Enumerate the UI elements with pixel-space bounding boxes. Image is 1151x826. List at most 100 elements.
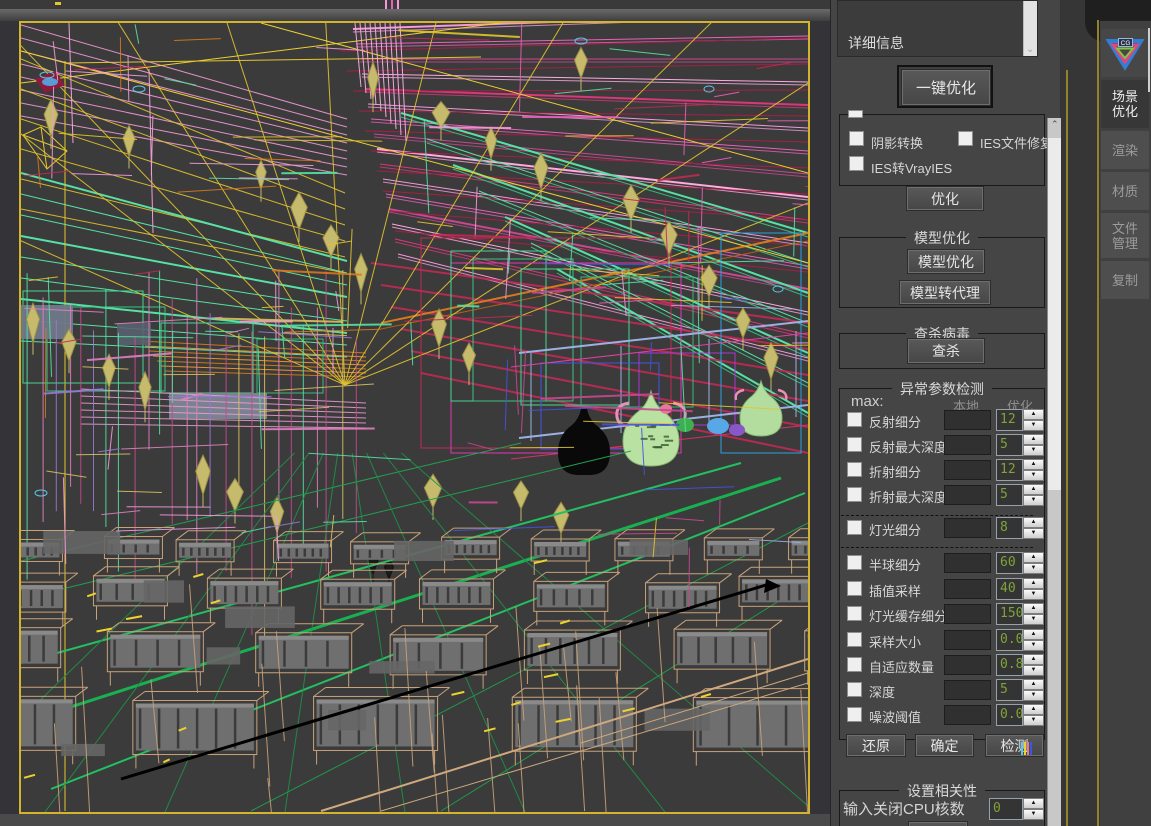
- spinner-down-icon[interactable]: ▼: [1023, 690, 1044, 701]
- spinner-up-icon[interactable]: ▲: [1023, 679, 1044, 690]
- param-opt-field-0[interactable]: 12: [996, 409, 1023, 431]
- param-spinner-0[interactable]: ▲ ▼: [1023, 409, 1044, 431]
- param-opt-field-2[interactable]: 12: [996, 459, 1023, 481]
- param-local-field-6[interactable]: [944, 579, 991, 599]
- shadow-convert-checkbox[interactable]: [849, 131, 864, 146]
- detect-button[interactable]: 检测: [985, 734, 1044, 757]
- param-checkbox-10[interactable]: [847, 682, 862, 697]
- param-opt-field-4[interactable]: 8: [996, 517, 1023, 539]
- toolbar-tab-4[interactable]: 复制: [1101, 261, 1149, 299]
- spinner-down-icon[interactable]: ▼: [1023, 715, 1044, 726]
- spinner-up-icon[interactable]: ▲: [1023, 654, 1044, 665]
- spinner-up-icon[interactable]: ▲: [1023, 578, 1044, 589]
- param-local-field-0[interactable]: [944, 410, 991, 430]
- param-checkbox-3[interactable]: [847, 487, 862, 502]
- main-3d-viewport[interactable]: [19, 21, 810, 814]
- param-local-field-2[interactable]: [944, 460, 991, 480]
- toolbar-tab-0[interactable]: 场景优化: [1101, 80, 1149, 128]
- param-checkbox-6[interactable]: [847, 581, 862, 596]
- spinner-down-icon[interactable]: ▼: [1023, 563, 1044, 574]
- param-checkbox-8[interactable]: [847, 632, 862, 647]
- spinner-up-icon[interactable]: ▲: [1023, 484, 1044, 495]
- cpu-cores-field[interactable]: 0: [989, 798, 1023, 820]
- param-checkbox-1[interactable]: [847, 437, 862, 452]
- param-local-field-1[interactable]: [944, 435, 991, 455]
- param-local-field-8[interactable]: [944, 630, 991, 650]
- spinner-down-icon[interactable]: ▼: [1023, 420, 1044, 431]
- spinner-up-icon[interactable]: ▲: [1023, 704, 1044, 715]
- spinner-down-icon[interactable]: ▼: [1023, 589, 1044, 600]
- spinner-down-icon[interactable]: ▼: [1023, 495, 1044, 506]
- param-opt-field-3[interactable]: 5: [996, 484, 1023, 506]
- one-key-optimize-button[interactable]: 一键优化: [901, 69, 991, 106]
- clipped-bottom-button[interactable]: [908, 821, 968, 826]
- confirm-button[interactable]: 确定: [915, 734, 974, 757]
- virus-scan-button[interactable]: 查杀: [907, 338, 985, 364]
- param-checkbox-11[interactable]: [847, 707, 862, 722]
- spinner-down-icon[interactable]: ▼: [1023, 665, 1044, 676]
- param-spinner-11[interactable]: ▲ ▼: [1023, 704, 1044, 726]
- info-scrollbar[interactable]: ⌄: [1023, 1, 1037, 56]
- param-checkbox-7[interactable]: [847, 606, 862, 621]
- chevron-down-icon[interactable]: ⌄: [1026, 44, 1034, 55]
- panel-scrollbar-thumb[interactable]: [1048, 138, 1062, 490]
- spinner-up-icon[interactable]: ▲: [1023, 798, 1044, 809]
- param-checkbox-0[interactable]: [847, 412, 862, 427]
- param-opt-field-6[interactable]: 40: [996, 578, 1023, 600]
- param-spinner-10[interactable]: ▲ ▼: [1023, 679, 1044, 701]
- param-local-field-5[interactable]: [944, 553, 991, 573]
- param-checkbox-4[interactable]: [847, 520, 862, 535]
- param-spinner-9[interactable]: ▲ ▼: [1023, 654, 1044, 676]
- param-opt-field-7[interactable]: 1500: [996, 603, 1023, 625]
- spinner-down-icon[interactable]: ▼: [1023, 470, 1044, 481]
- param-opt-field-11[interactable]: 0.005: [996, 704, 1023, 726]
- cpu-cores-spinner[interactable]: ▲ ▼: [1023, 798, 1044, 820]
- param-local-field-4[interactable]: [944, 518, 991, 538]
- param-local-field-11[interactable]: [944, 705, 991, 725]
- param-spinner-7[interactable]: ▲ ▼: [1023, 603, 1044, 625]
- param-local-field-7[interactable]: [944, 604, 991, 624]
- optimize-button[interactable]: 优化: [906, 186, 984, 211]
- spinner-up-icon[interactable]: ▲: [1023, 517, 1044, 528]
- spinner-up-icon[interactable]: ▲: [1023, 603, 1044, 614]
- model-to-proxy-button[interactable]: 模型转代理: [899, 280, 991, 305]
- param-checkbox-9[interactable]: [847, 657, 862, 672]
- param-spinner-5[interactable]: ▲ ▼: [1023, 552, 1044, 574]
- param-checkbox-5[interactable]: [847, 555, 862, 570]
- param-spinner-4[interactable]: ▲ ▼: [1023, 517, 1044, 539]
- spinner-down-icon[interactable]: ▼: [1023, 809, 1044, 820]
- model-optimize-button[interactable]: 模型优化: [907, 249, 985, 274]
- param-local-field-3[interactable]: [944, 485, 991, 505]
- spinner-down-icon[interactable]: ▼: [1023, 614, 1044, 625]
- spinner-up-icon[interactable]: ▲: [1023, 434, 1044, 445]
- spinner-up-icon[interactable]: ▲: [1023, 629, 1044, 640]
- param-spinner-3[interactable]: ▲ ▼: [1023, 484, 1044, 506]
- ies-to-vray-checkbox[interactable]: [849, 156, 864, 171]
- toolbar-tab-1[interactable]: 渲染: [1101, 131, 1149, 169]
- ies-repair-checkbox[interactable]: [958, 131, 973, 146]
- spinner-up-icon[interactable]: ▲: [1023, 409, 1044, 420]
- plugin-logo[interactable]: CG: [1101, 29, 1149, 77]
- spinner-up-icon[interactable]: ▲: [1023, 459, 1044, 470]
- spinner-down-icon[interactable]: ▼: [1023, 445, 1044, 456]
- param-opt-field-5[interactable]: 60: [996, 552, 1023, 574]
- param-checkbox-2[interactable]: [847, 462, 862, 477]
- viewport-divider-bar[interactable]: [0, 9, 830, 21]
- spinner-up-icon[interactable]: ▲: [1023, 552, 1044, 563]
- toolbar-tab-3[interactable]: 文件管理: [1101, 213, 1149, 258]
- param-local-field-9[interactable]: [944, 655, 991, 675]
- chevron-up-icon[interactable]: ⌃: [1051, 119, 1059, 130]
- param-spinner-1[interactable]: ▲ ▼: [1023, 434, 1044, 456]
- param-local-field-10[interactable]: [944, 680, 991, 700]
- param-opt-field-10[interactable]: 5: [996, 679, 1023, 701]
- param-spinner-2[interactable]: ▲ ▼: [1023, 459, 1044, 481]
- param-opt-field-9[interactable]: 0.8: [996, 654, 1023, 676]
- panel-scrollbar[interactable]: ⌃: [1047, 118, 1062, 826]
- spinner-down-icon[interactable]: ▼: [1023, 528, 1044, 539]
- param-opt-field-1[interactable]: 5: [996, 434, 1023, 456]
- restore-button[interactable]: 还原: [846, 734, 906, 757]
- param-spinner-6[interactable]: ▲ ▼: [1023, 578, 1044, 600]
- clipped-checkbox[interactable]: [848, 110, 863, 118]
- spinner-down-icon[interactable]: ▼: [1023, 640, 1044, 651]
- param-spinner-8[interactable]: ▲ ▼: [1023, 629, 1044, 651]
